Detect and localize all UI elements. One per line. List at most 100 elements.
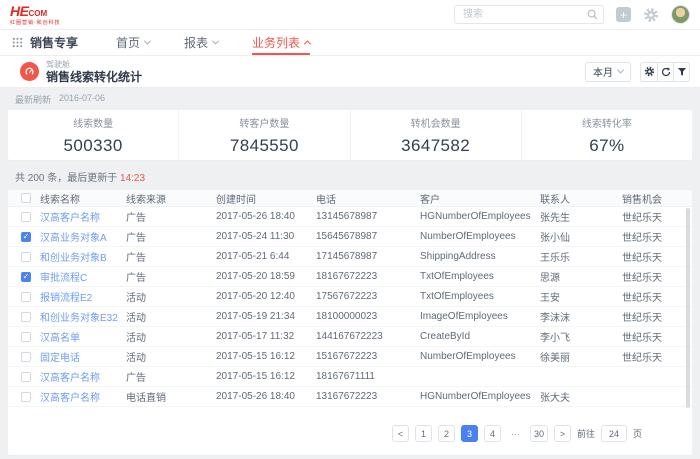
lead-name-link[interactable]: 汉高名单 (40, 333, 80, 344)
created-time-cell: 2017-05-21 6:44 (216, 251, 316, 262)
customer-cell: CreateById (420, 331, 540, 342)
contact-cell: 王安 (540, 289, 622, 304)
column-header-5: 客户 (420, 191, 540, 206)
table-row[interactable]: 和创业务对象B 广告 2017-05-21 6:44 17145678987 S… (8, 247, 692, 267)
apps-grid-icon[interactable] (12, 37, 23, 48)
row-checkbox[interactable] (21, 312, 31, 322)
lead-name-link[interactable]: 和创业务对象B (40, 253, 107, 264)
select-all-checkbox[interactable] (21, 193, 31, 203)
page-button[interactable]: 2 (438, 425, 455, 442)
stat-tile: 转机会数量 3647582 (351, 110, 522, 160)
search-icon (587, 9, 598, 20)
page-button[interactable]: 3 (461, 425, 478, 442)
page-ellipsis: ··· (507, 425, 524, 442)
stat-value: 67% (589, 136, 624, 156)
row-checkbox[interactable] (21, 252, 31, 262)
leads-table: 线索名称线索来源创建时间电话客户联系人销售机会 汉高客户名称 广告 2017-0… (8, 190, 692, 455)
table-row[interactable]: 报销流程E2 活动 2017-05-20 12:40 17567672223 T… (8, 287, 692, 307)
customer-cell: ShippingAddress (420, 251, 540, 262)
created-time-cell: 2017-05-20 18:59 (216, 271, 316, 282)
logo-tagline: 红圈营销·和创科技 (10, 21, 61, 26)
next-page-button[interactable]: > (554, 425, 571, 442)
lead-source-cell: 活动 (126, 349, 216, 364)
column-header-2: 线索来源 (126, 191, 216, 206)
phone-cell: 15645678987 (316, 231, 420, 242)
prev-page-button[interactable]: < (392, 425, 409, 442)
contact-cell: 思源 (540, 269, 622, 284)
table-row[interactable]: 汉高客户名称 广告 2017-05-15 16:12 18167671111 (8, 367, 692, 387)
row-checkbox[interactable] (21, 232, 31, 242)
filter-button[interactable] (673, 63, 689, 81)
created-time-cell: 2017-05-20 12:40 (216, 291, 316, 302)
stat-label: 线索数量 (73, 115, 113, 130)
nav-tab-2[interactable]: 报表 (184, 30, 218, 55)
opportunity-cell: 世纪乐天 (622, 309, 692, 324)
row-checkbox[interactable] (21, 292, 31, 302)
row-checkbox[interactable] (21, 212, 31, 222)
refresh-icon (661, 67, 671, 77)
table-row[interactable]: 固定电话 活动 2017-05-15 16:12 15167672223 Num… (8, 347, 692, 367)
lead-name-link[interactable]: 汉高客户名称 (40, 213, 100, 224)
hecom-logo[interactable]: HECOM 红圈营销·和创科技 (10, 4, 61, 26)
lead-name-link[interactable]: 汉高客户名称 (40, 373, 100, 384)
lead-source-cell: 广告 (126, 249, 216, 264)
page-button[interactable]: 4 (484, 425, 501, 442)
filter-funnel-icon (677, 67, 687, 77)
created-time-cell: 2017-05-19 21:34 (216, 311, 316, 322)
row-checkbox[interactable] (21, 332, 31, 342)
table-row[interactable]: 汉高业务对象A 广告 2017-05-24 11:30 15645678987 … (8, 227, 692, 247)
stat-label: 转机会数量 (411, 115, 461, 130)
table-row[interactable]: 汉高客户名称 电话直销 2017-05-26 18:40 13167672223… (8, 387, 692, 407)
table-row[interactable]: 汉高名单 活动 2017-05-17 11:32 144167672223 Cr… (8, 327, 692, 347)
phone-cell: 18167671111 (316, 371, 420, 382)
page-button[interactable]: 30 (530, 425, 548, 442)
lead-source-cell: 广告 (126, 229, 216, 244)
created-time-cell: 2017-05-17 11:32 (216, 331, 316, 342)
page-button[interactable]: 1 (415, 425, 432, 442)
stat-label: 转客户数量 (239, 115, 289, 130)
stat-tile: 线索转化率 67% (522, 110, 692, 160)
phone-cell: 17567672223 (316, 291, 420, 302)
lead-name-link[interactable]: 汉高业务对象A (40, 233, 107, 244)
nav-tab-1[interactable]: 首页 (116, 30, 150, 55)
lead-name-link[interactable]: 固定电话 (40, 353, 80, 364)
user-avatar[interactable] (671, 5, 690, 24)
stat-label: 线索转化率 (582, 115, 632, 130)
row-checkbox[interactable] (21, 372, 31, 382)
opportunity-cell: 世纪乐天 (622, 249, 692, 264)
lead-source-cell: 活动 (126, 329, 216, 344)
lead-name-link[interactable]: 审批流程C (40, 273, 87, 284)
search-input[interactable] (454, 5, 604, 24)
refresh-line: 最新刷新 2016-07-06 (8, 88, 692, 110)
period-select[interactable]: 本月 (585, 62, 631, 82)
lead-name-link[interactable]: 和创业务对象E32 (40, 313, 118, 324)
row-checkbox[interactable] (21, 272, 31, 282)
table-row[interactable]: 汉高客户名称 广告 2017-05-26 18:40 13145678987 H… (8, 207, 692, 227)
report-settings-button[interactable] (641, 63, 657, 81)
table-scrollbar[interactable] (686, 208, 690, 408)
report-category: 驾驶舱 (46, 61, 142, 69)
customer-cell: HGNumberOfEmployees (420, 211, 540, 222)
refresh-button[interactable] (657, 63, 673, 81)
settings-gear-icon[interactable] (643, 7, 659, 23)
page-unit-label: 页 (633, 427, 642, 440)
stat-value: 3647582 (401, 136, 470, 156)
table-row[interactable]: 和创业务对象E32 活动 2017-05-19 21:34 1810000002… (8, 307, 692, 327)
record-count: 共 200 条，最后更新于 (15, 173, 117, 184)
lead-name-link[interactable]: 报销流程E2 (40, 293, 92, 304)
lead-source-cell: 活动 (126, 309, 216, 324)
gear-icon (644, 66, 655, 77)
customer-cell: NumberOfEmployees (420, 231, 540, 242)
row-checkbox[interactable] (21, 392, 31, 402)
goto-page-input[interactable] (601, 425, 627, 442)
nav-tab-3[interactable]: 业务列表 (252, 30, 310, 55)
row-checkbox[interactable] (21, 352, 31, 362)
created-time-cell: 2017-05-15 16:12 (216, 351, 316, 362)
contact-cell: 王乐乐 (540, 249, 622, 264)
table-row[interactable]: 审批流程C 广告 2017-05-20 18:59 18167672223 Tx… (8, 267, 692, 287)
add-button[interactable] (616, 7, 631, 22)
lead-name-link[interactable]: 汉高客户名称 (40, 393, 100, 404)
column-header-1: 线索名称 (40, 191, 126, 206)
main-nav: 销售专享 首页 报表 业务列表 (0, 30, 700, 56)
chevron-down-icon (212, 38, 219, 45)
